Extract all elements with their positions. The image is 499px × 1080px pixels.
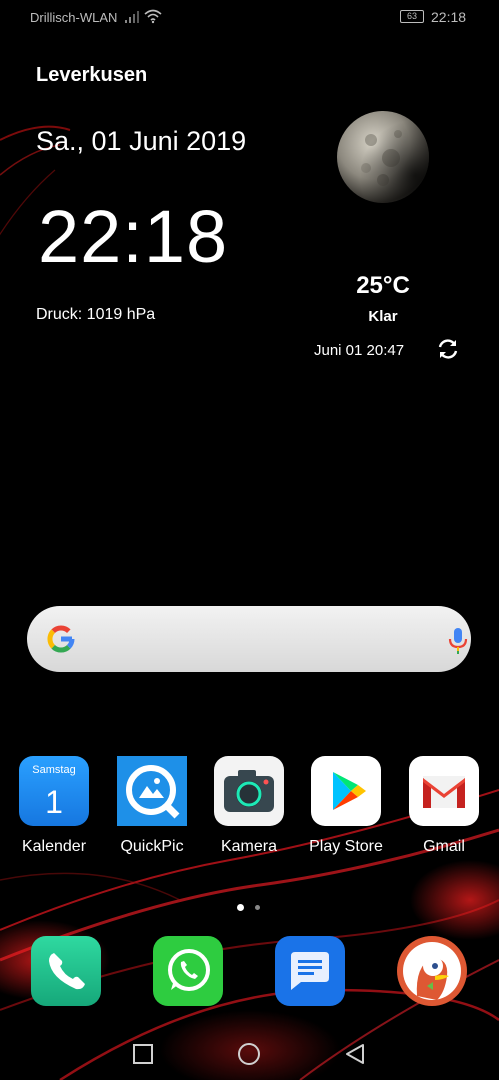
calendar-icon: Samstag 1 (19, 756, 89, 826)
google-icon (47, 625, 75, 653)
weather-clock-widget[interactable]: Leverkusen Sa., 01 Juni 2019 22:18 Druck… (0, 40, 499, 380)
camera-icon (214, 756, 284, 826)
recents-icon[interactable] (131, 1042, 155, 1066)
location-label[interactable]: Leverkusen (36, 64, 147, 87)
pressure-label: Druck: 1019 hPa (36, 306, 156, 323)
app-play-store[interactable]: Play Store (296, 756, 396, 856)
whatsapp-icon (153, 936, 223, 1006)
home-icon[interactable] (237, 1042, 261, 1066)
quickpic-icon (117, 756, 187, 826)
gmail-icon (409, 756, 479, 826)
app-quickpic[interactable]: QuickPic (102, 756, 202, 856)
carrier-name: Drillisch-WLAN (30, 10, 118, 25)
moon-icon (337, 111, 429, 203)
app-label: Kamera (220, 838, 278, 855)
page-dot-active[interactable] (237, 904, 244, 911)
app-kalender[interactable]: Samstag 1 Kalender (4, 756, 104, 856)
google-search-bar[interactable] (27, 606, 471, 672)
app-label: Kalender (21, 838, 87, 855)
date-label[interactable]: Sa., 01 Juni 2019 (36, 126, 246, 157)
app-kamera[interactable]: Kamera (199, 756, 299, 856)
signal-icon (125, 11, 139, 23)
status-time: 22:18 (431, 9, 467, 25)
last-updated: Juni 01 20:47 (314, 342, 405, 359)
back-icon[interactable] (343, 1042, 367, 1066)
battery-level: 63 (406, 11, 417, 21)
dock-phone[interactable] (31, 936, 101, 1006)
calendar-day-name: Samstag (32, 764, 76, 776)
microphone-icon[interactable] (446, 626, 470, 656)
clock-time[interactable]: 22:18 (38, 200, 228, 274)
duckduckgo-icon (397, 936, 467, 1006)
messages-icon (275, 936, 345, 1006)
dock-whatsapp[interactable] (153, 936, 223, 1006)
temperature: 25°C (356, 272, 410, 299)
dock-duckduckgo[interactable] (397, 936, 467, 1006)
app-label: Gmail (423, 838, 465, 855)
refresh-icon[interactable] (436, 337, 460, 361)
calendar-day-number: 1 (45, 784, 63, 820)
app-gmail[interactable]: Gmail (394, 756, 494, 856)
phone-icon (31, 936, 101, 1006)
play-store-icon (311, 756, 381, 826)
app-label: Play Store (309, 838, 383, 855)
wifi-icon (144, 9, 162, 24)
page-dot[interactable] (255, 905, 260, 910)
app-label: QuickPic (120, 838, 184, 855)
weather-condition: Klar (368, 308, 398, 325)
battery-icon: 63 (400, 10, 424, 23)
navigation-bar (0, 1030, 499, 1078)
status-bar: Drillisch-WLAN 63 22:18 (0, 0, 499, 34)
dock-messages[interactable] (275, 936, 345, 1006)
